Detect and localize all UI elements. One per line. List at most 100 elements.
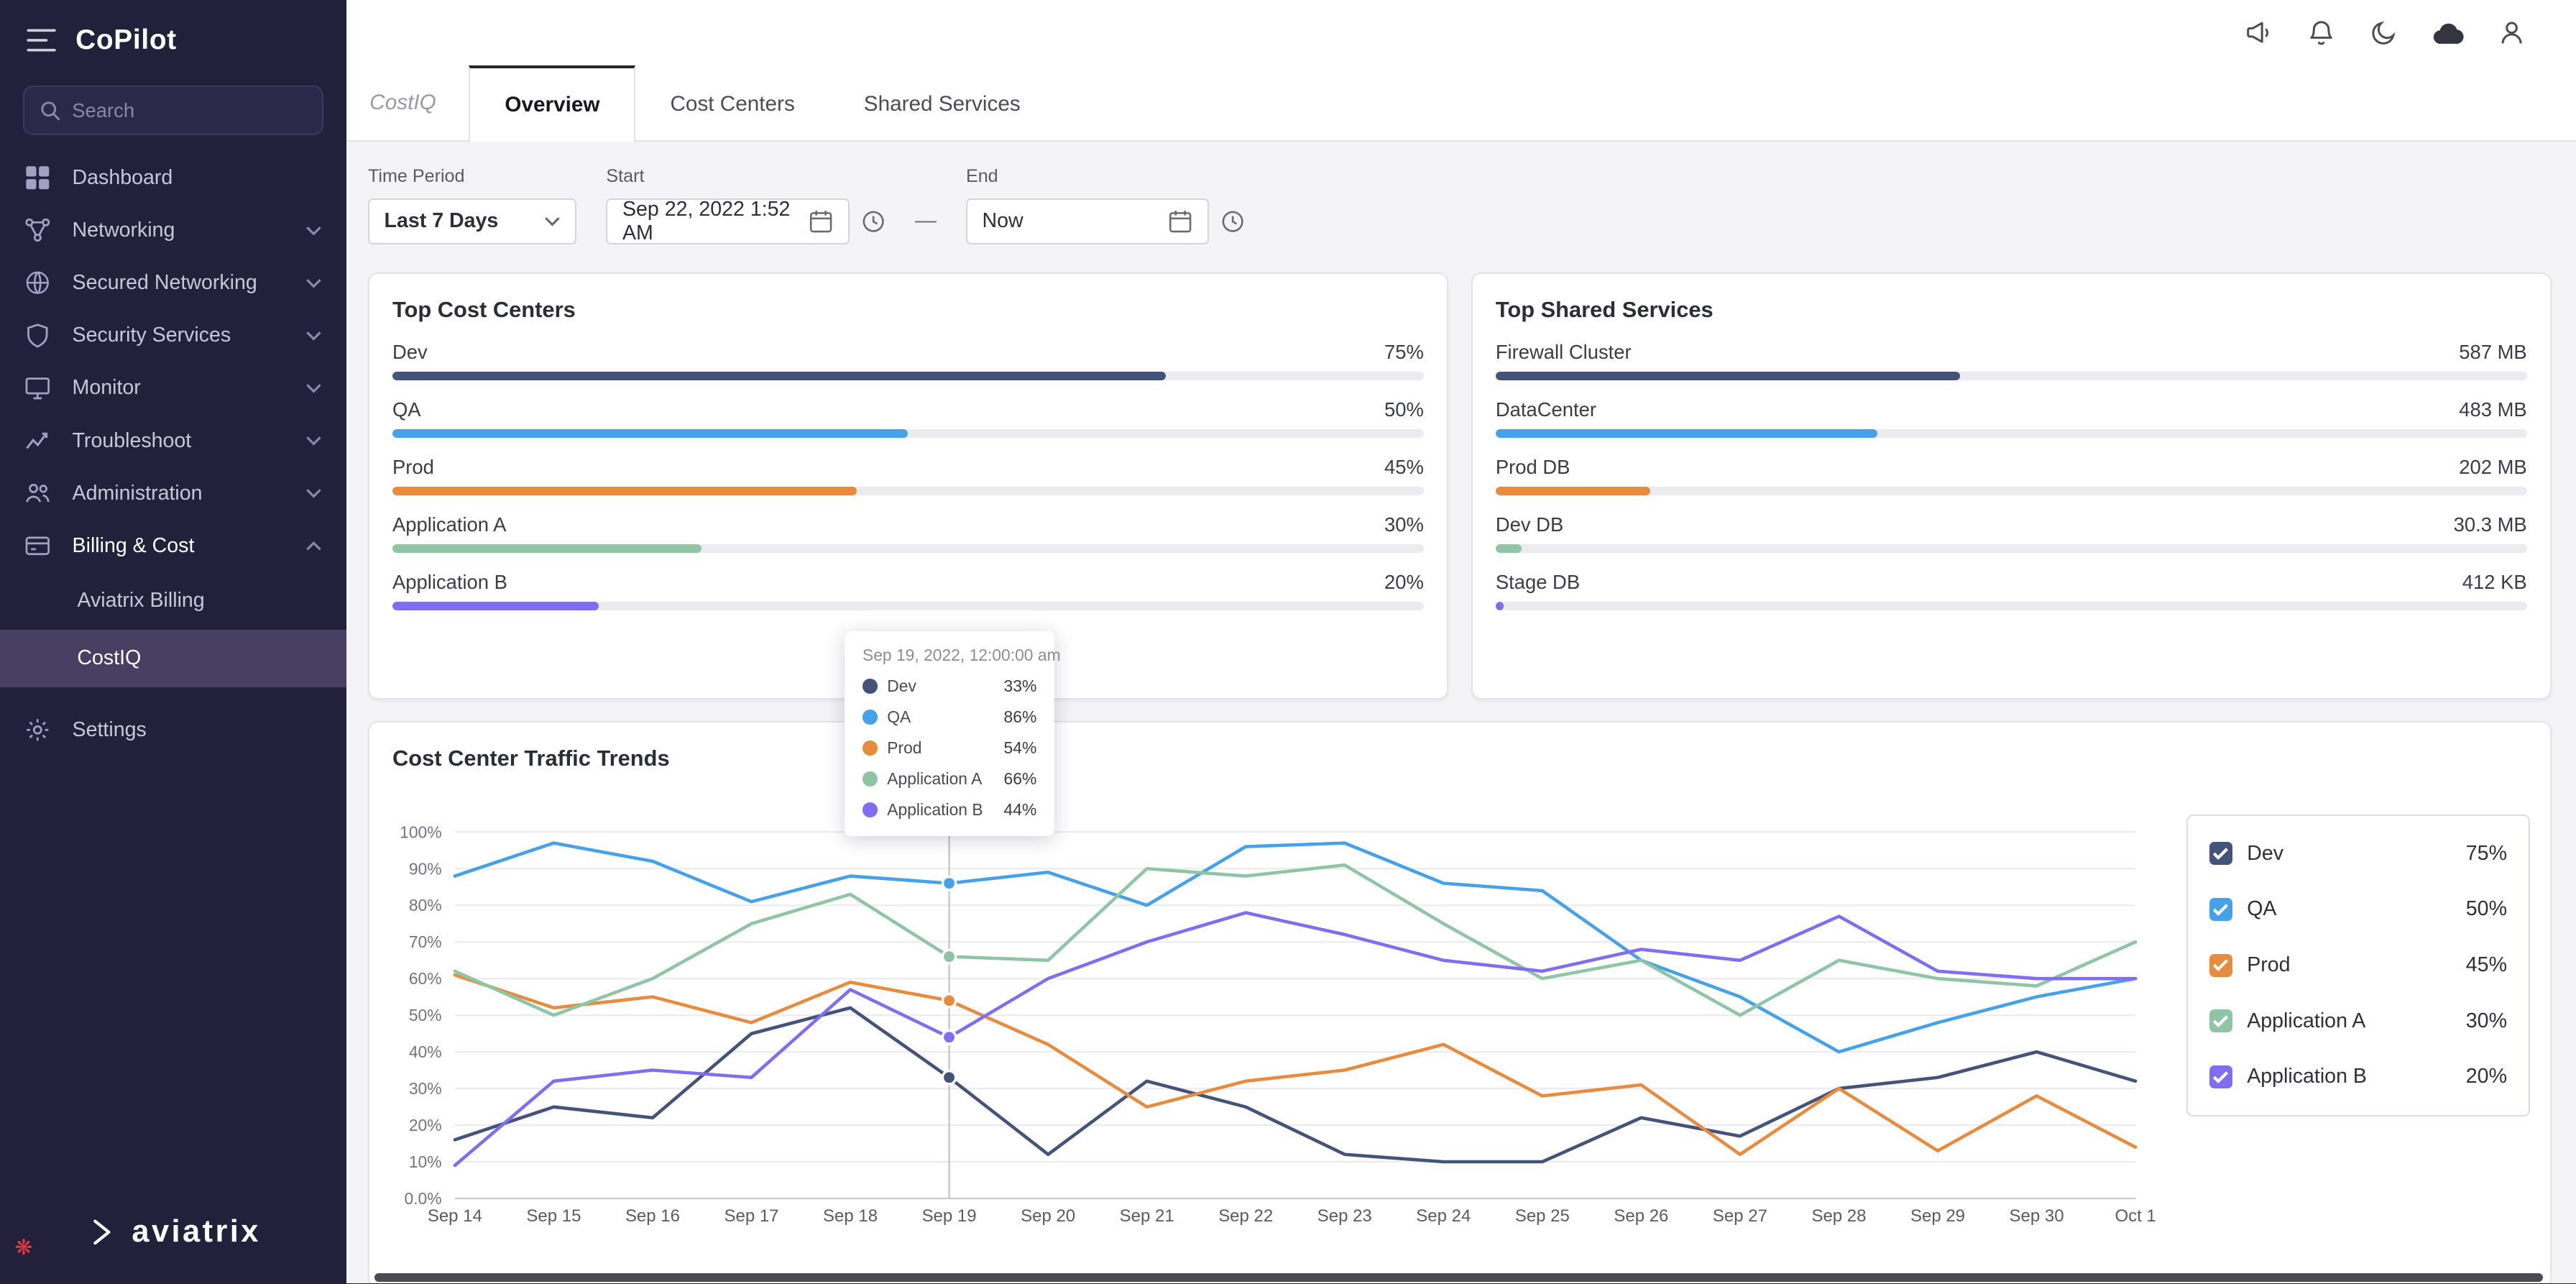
legend-item-qa[interactable]: QA 50% xyxy=(2188,881,2529,937)
time-period-group: Time Period Last 7 Days xyxy=(367,166,577,244)
progress-value: 202 MB xyxy=(2459,455,2527,478)
user-profile-icon[interactable] xyxy=(2497,18,2526,47)
tooltip-title: Sep 19, 2022, 12:00:00 am xyxy=(862,646,1061,665)
sidebar-item-costiq[interactable]: CostIQ xyxy=(0,629,347,687)
tab-shared-services[interactable]: Shared Services xyxy=(829,65,1055,139)
sidebar-item-troubleshoot[interactable]: Troubleshoot xyxy=(0,415,346,467)
progress-bar xyxy=(392,544,1424,553)
security-services-icon xyxy=(24,323,51,349)
legend-item-dev[interactable]: Dev 75% xyxy=(2188,825,2529,881)
end-date-input[interactable]: Now xyxy=(965,198,1210,244)
legend-item-application-a[interactable]: Application A 30% xyxy=(2188,993,2529,1049)
search-input[interactable] xyxy=(72,98,328,122)
sidebar-search[interactable] xyxy=(22,86,328,135)
sidebar-item-billing-cost[interactable]: Billing & Cost xyxy=(0,520,346,572)
tab-cost-centers[interactable]: Cost Centers xyxy=(635,65,829,139)
sidebar-header: CoPilot xyxy=(0,0,346,73)
series-dot xyxy=(862,802,878,817)
sidebar-item-networking[interactable]: Networking xyxy=(0,204,346,257)
horizontal-scrollbar[interactable] xyxy=(374,1273,2544,1282)
sidebar-item-secured-networking[interactable]: Secured Networking xyxy=(0,257,346,309)
end-date-group: End Now xyxy=(965,166,1246,244)
cloud-icon[interactable] xyxy=(2432,17,2465,50)
sidebar-item-aviatrix-billing[interactable]: Aviatrix Billing xyxy=(0,572,346,630)
legend-checkbox[interactable] xyxy=(2209,1065,2232,1088)
sidebar-item-administration[interactable]: Administration xyxy=(0,467,346,520)
notifications-bell-icon[interactable] xyxy=(2306,18,2336,47)
svg-text:Sep 23: Sep 23 xyxy=(1317,1206,1372,1226)
legend-label: Application B xyxy=(2247,1065,2367,1088)
start-date-value: Sep 22, 2022 1:52 AM xyxy=(622,197,791,244)
progress-bar xyxy=(392,487,1424,495)
main-content: CostIQ Overview Cost Centers Shared Service… xyxy=(346,0,2576,1284)
svg-text:Sep 29: Sep 29 xyxy=(1910,1206,1965,1226)
progress-value: 483 MB xyxy=(2459,398,2527,421)
sidebar-item-label: Networking xyxy=(72,219,175,242)
horizontal-scrollbar-thumb[interactable] xyxy=(374,1273,2544,1282)
billing-icon xyxy=(24,533,51,559)
page-body: Time Period Last 7 Days Start Sep 22, 20… xyxy=(346,142,2576,1284)
progress-label: QA xyxy=(392,398,421,421)
announcement-icon[interactable] xyxy=(2244,18,2273,47)
sidebar-item-label: Billing & Cost xyxy=(72,533,195,557)
sidebar: CoPilot Dashboard Networking Secured Netwo… xyxy=(0,0,347,1284)
progress-row: Prod 45% xyxy=(392,456,1424,495)
tooltip-rows: Dev 33% QA 86% Prod 54% Application A 66% Applic… xyxy=(862,677,1036,820)
calendar-icon[interactable] xyxy=(1168,209,1192,234)
svg-text:Sep 22: Sep 22 xyxy=(1218,1206,1273,1226)
legend-value: 45% xyxy=(2465,953,2507,977)
svg-text:Sep 16: Sep 16 xyxy=(625,1206,680,1226)
svg-text:Sep 17: Sep 17 xyxy=(724,1206,778,1226)
sidebar-item-security-services[interactable]: Security Services xyxy=(0,309,346,362)
sidebar-item-settings[interactable]: Settings xyxy=(0,704,346,756)
clock-icon[interactable] xyxy=(861,209,886,234)
legend-label: Application A xyxy=(2247,1009,2366,1032)
shared-services-rows: Firewall Cluster 587 MB DataCenter 483 MB Pr… xyxy=(1495,340,2527,610)
card-title: Cost Center Traffic Trends xyxy=(392,745,670,771)
card-title: Top Cost Centers xyxy=(392,296,576,322)
legend-checkbox[interactable] xyxy=(2209,1009,2232,1033)
legend-item-prod[interactable]: Prod 45% xyxy=(2188,937,2529,994)
series-dot xyxy=(862,710,878,725)
tab-overview[interactable]: Overview xyxy=(469,65,636,142)
troubleshoot-icon xyxy=(24,428,51,454)
calendar-icon[interactable] xyxy=(809,209,833,234)
dark-mode-moon-icon[interactable] xyxy=(2369,18,2398,47)
progress-row: Firewall Cluster 587 MB xyxy=(1495,340,2527,380)
topbar-icons xyxy=(2244,17,2526,50)
sidebar-item-label: Dashboard xyxy=(72,165,173,189)
svg-text:90%: 90% xyxy=(409,859,442,878)
progress-value: 30.3 MB xyxy=(2453,513,2527,536)
filter-bar: Time Period Last 7 Days Start Sep 22, 20… xyxy=(346,142,2576,244)
sidebar-item-dashboard[interactable]: Dashboard xyxy=(0,152,346,204)
progress-row: Dev 75% xyxy=(392,341,1424,380)
administration-icon xyxy=(24,480,51,507)
chevron-down-icon xyxy=(305,278,322,288)
progress-bar xyxy=(392,429,1424,438)
clock-icon[interactable] xyxy=(1220,209,1245,234)
networking-icon xyxy=(24,217,51,244)
legend-item-application-b[interactable]: Application B 20% xyxy=(2188,1049,2529,1105)
sidebar-collapse-icon[interactable] xyxy=(27,29,56,52)
progress-label: Prod xyxy=(392,455,434,478)
time-period-select[interactable]: Last 7 Days xyxy=(367,198,577,244)
svg-text:Sep 25: Sep 25 xyxy=(1515,1206,1570,1226)
chart-legend: Dev 75% QA 50% Prod 45% Application A 30% Applic… xyxy=(2186,814,2530,1116)
legend-checkbox[interactable] xyxy=(2209,897,2232,921)
progress-value: 75% xyxy=(1384,340,1424,363)
progress-label: Firewall Cluster xyxy=(1495,340,1632,363)
aviatrix-logo: aviatrix xyxy=(0,1214,346,1249)
chevron-down-icon xyxy=(305,331,322,341)
legend-checkbox[interactable] xyxy=(2209,953,2232,977)
progress-value: 45% xyxy=(1384,455,1424,478)
sidebar-item-label: Secured Networking xyxy=(72,271,257,295)
app-title: CoPilot xyxy=(75,24,177,56)
progress-label: Dev xyxy=(392,340,428,363)
sidebar-item-monitor[interactable]: Monitor xyxy=(0,362,346,414)
start-label: Start xyxy=(606,165,645,186)
start-date-input[interactable]: Sep 22, 2022 1:52 AM xyxy=(606,197,850,244)
tooltip-row: Dev 33% xyxy=(862,677,1036,696)
series-dot xyxy=(862,740,878,756)
legend-checkbox[interactable] xyxy=(2209,842,2232,866)
chevron-down-icon xyxy=(305,488,322,499)
